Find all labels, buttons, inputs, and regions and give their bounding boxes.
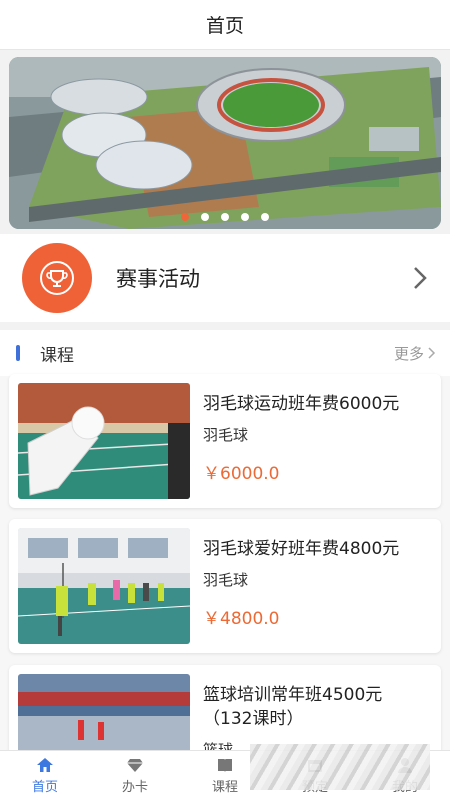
carousel-dot[interactable]	[221, 213, 229, 221]
more-link[interactable]: 更多	[394, 343, 436, 364]
tab-card[interactable]: 办卡	[90, 751, 180, 800]
course-name: 篮球培训常年班4500元（132课时）	[203, 685, 383, 729]
stadium-aerial-image	[9, 57, 441, 229]
tab-label: 办卡	[121, 779, 148, 795]
more-label: 更多	[393, 344, 424, 363]
book-icon	[218, 758, 232, 772]
course-category: 羽毛球	[203, 571, 249, 589]
course-name: 羽毛球运动班年费6000元	[203, 394, 400, 414]
carousel-dot[interactable]	[241, 213, 249, 221]
tab-label: 课程	[211, 779, 238, 795]
chevron-right-icon	[414, 267, 427, 289]
section-accent-bar	[16, 345, 20, 361]
course-price: ￥4800.0	[203, 609, 280, 629]
course-price: ￥6000.0	[203, 464, 280, 484]
tab-home[interactable]: 首页	[0, 751, 90, 800]
carousel-dots	[9, 213, 441, 221]
carousel-dot[interactable]	[261, 213, 269, 221]
carousel-dot[interactable]	[201, 213, 209, 221]
page-title: 首页	[205, 15, 244, 37]
carousel-dot[interactable]	[181, 213, 189, 221]
diamond-icon	[127, 758, 143, 772]
tab-label: 首页	[31, 779, 58, 795]
banner-carousel[interactable]	[9, 57, 441, 229]
course-category: 羽毛球	[203, 426, 249, 444]
chevron-right-icon	[428, 347, 436, 359]
watermark-overlay	[250, 744, 430, 790]
courses-section: 课程 更多 羽毛球运动班年费6000元 羽毛球 ￥6000.0 羽毛球爱好班年费…	[0, 330, 450, 799]
section-title: 课程	[40, 345, 74, 366]
course-image	[18, 528, 190, 644]
course-image	[18, 383, 190, 499]
top-bar: 首页	[0, 0, 450, 50]
course-card[interactable]: 羽毛球运动班年费6000元 羽毛球 ￥6000.0	[9, 374, 441, 508]
events-label: 赛事活动	[116, 267, 200, 291]
home-icon	[37, 757, 53, 772]
trophy-icon	[22, 243, 92, 313]
section-header: 课程 更多	[0, 330, 450, 376]
course-name: 羽毛球爱好班年费4800元	[203, 539, 400, 559]
course-card[interactable]: 羽毛球爱好班年费4800元 羽毛球 ￥4800.0	[9, 519, 441, 653]
events-entry[interactable]: 赛事活动	[0, 234, 450, 322]
